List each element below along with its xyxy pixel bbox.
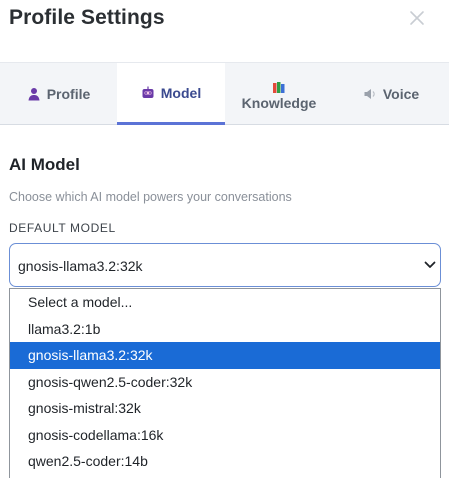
tab-voice-label: Voice — [382, 86, 420, 102]
model-option[interactable]: qwen2.5-coder:14b — [10, 448, 440, 475]
chevron-down-icon — [424, 261, 436, 268]
person-icon — [28, 88, 40, 101]
model-dropdown-list: Select a model... llama3.2:1b gnosis-lla… — [9, 288, 441, 478]
tab-knowledge-label: Knowledge — [241, 94, 317, 111]
books-icon — [273, 81, 285, 93]
robot-icon — [142, 86, 154, 98]
tab-model[interactable]: Model — [117, 63, 225, 125]
section-description: Choose which AI model powers your conver… — [9, 190, 292, 204]
tab-model-label: Model — [160, 84, 202, 101]
model-select-value: gnosis-llama3.2:32k — [18, 258, 143, 274]
model-option[interactable]: Select a model... — [10, 289, 440, 316]
dialog-header: Profile Settings — [0, 0, 449, 62]
model-option[interactable]: gnosis-mistral:32k — [10, 395, 440, 422]
model-option[interactable]: gnosis-codellama:16k — [10, 422, 440, 449]
model-option[interactable]: gnosis-qwen2.5-coder:32k — [10, 369, 440, 396]
model-select[interactable]: gnosis-llama3.2:32k — [9, 243, 441, 287]
model-option-selected[interactable]: gnosis-llama3.2:32k — [10, 342, 440, 369]
default-model-label: DEFAULT MODEL — [9, 221, 116, 235]
tab-profile-label: Profile — [46, 86, 91, 102]
tab-voice[interactable]: Voice — [333, 63, 449, 125]
close-icon[interactable] — [406, 7, 428, 29]
tab-profile[interactable]: Profile — [0, 63, 117, 125]
tab-knowledge[interactable]: Knowledge — [225, 63, 333, 125]
model-option[interactable]: llama3.2:1b — [10, 316, 440, 343]
section-title: AI Model — [9, 155, 80, 174]
dialog-title: Profile Settings — [9, 6, 165, 29]
settings-tabs: Profile Model Knowledge Voice — [0, 62, 449, 125]
speaker-icon — [364, 89, 375, 99]
